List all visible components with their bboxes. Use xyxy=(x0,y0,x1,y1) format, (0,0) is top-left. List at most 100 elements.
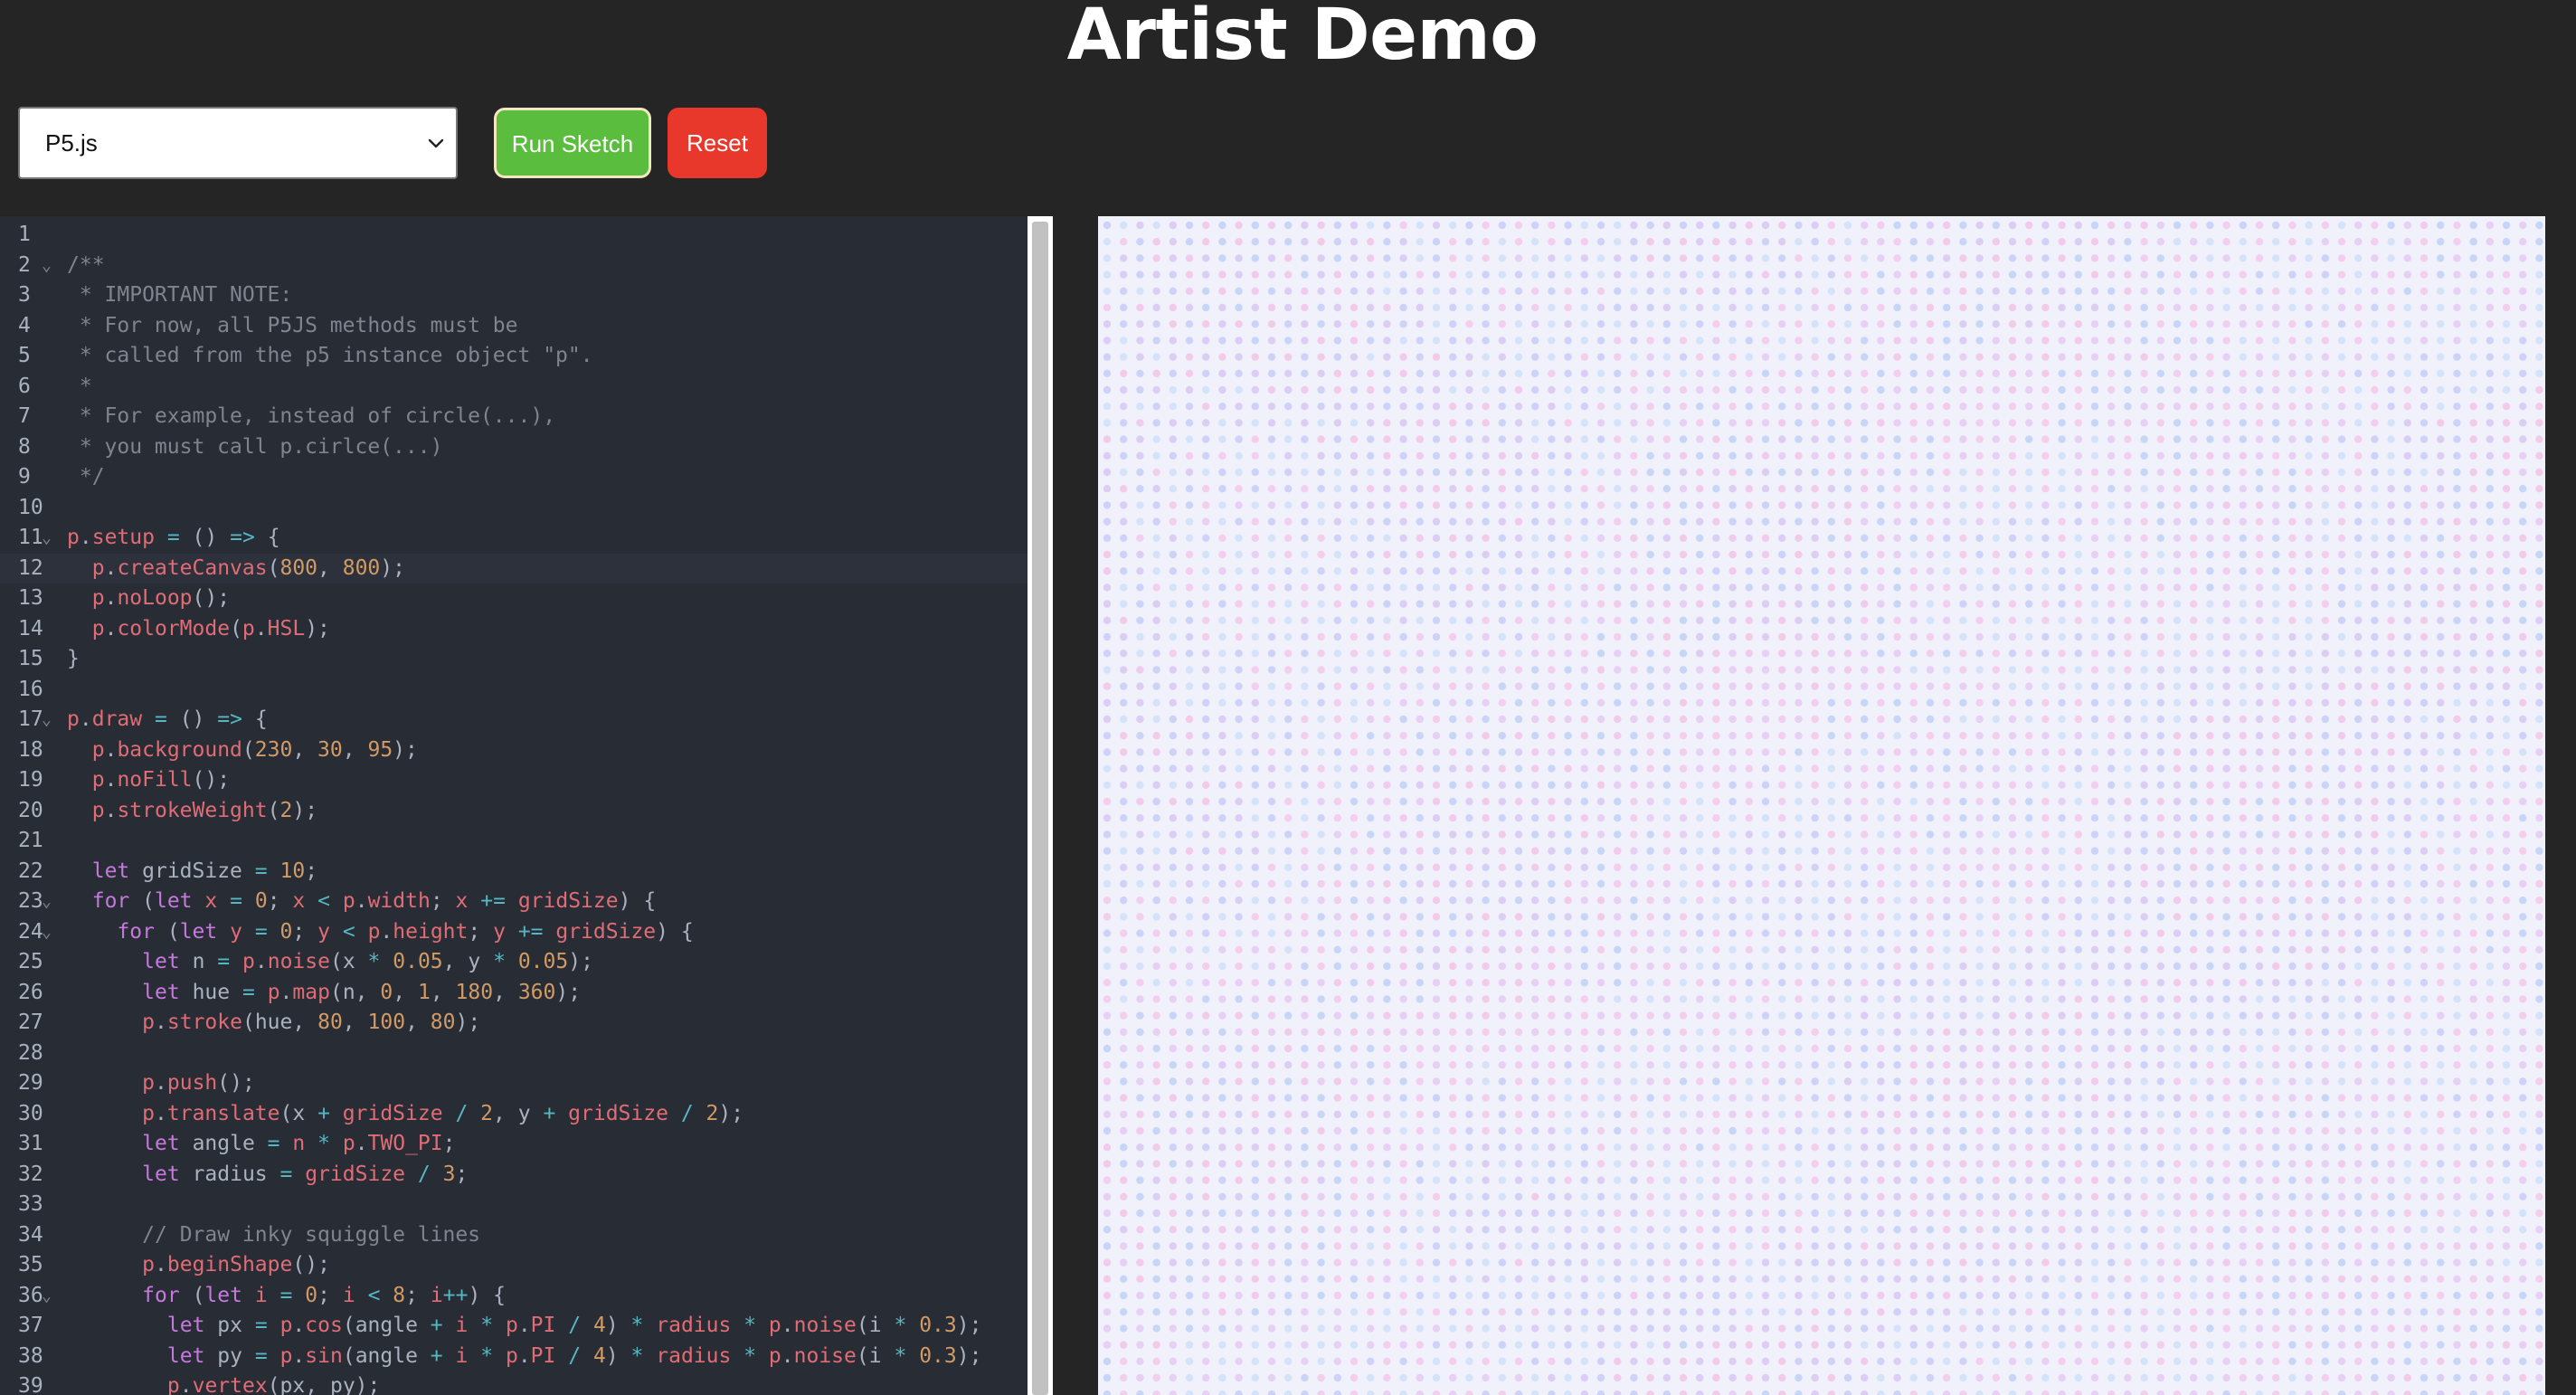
code-line[interactable]: 17 ⌄ p.draw = () => { xyxy=(0,705,1031,735)
code-text: for (let x = 0; x < p.width; x += gridSi… xyxy=(91,889,657,913)
editor-scrollbar[interactable] xyxy=(1028,216,1053,1395)
fold-chevron-icon[interactable]: ⌄ xyxy=(42,917,52,948)
code-line[interactable]: 21 xyxy=(0,826,1031,857)
code-line[interactable]: 3 * IMPORTANT NOTE: xyxy=(0,280,1031,311)
line-number: 6 xyxy=(18,374,31,398)
fold-chevron-icon[interactable]: ⌄ xyxy=(42,523,52,554)
code-line[interactable]: 34 // Draw inky squiggle lines xyxy=(0,1220,1031,1251)
code-line[interactable]: 12 p.createCanvas(800, 800); xyxy=(0,553,1031,584)
code-line[interactable]: 1 xyxy=(0,220,1031,251)
code-text: p.createCanvas(800, 800); xyxy=(91,555,405,580)
fold-chevron-icon[interactable]: ⌄ xyxy=(42,705,52,735)
code-text: let px = p.cos(angle + i * p.PI / 4) * r… xyxy=(166,1314,982,1337)
code-line[interactable]: 28 xyxy=(0,1039,1031,1069)
code-line[interactable]: 30 p.translate(x + gridSize / 2, y + gri… xyxy=(0,1099,1031,1130)
code-line[interactable]: 6 * xyxy=(0,372,1031,403)
code-line[interactable]: 37 let px = p.cos(angle + i * p.PI / 4) … xyxy=(0,1311,1031,1342)
code-text: let radius = gridSize / 3; xyxy=(142,1162,469,1186)
line-number: 21 xyxy=(18,829,43,852)
code-line[interactable]: 11 ⌄ p.setup = () => { xyxy=(0,523,1031,554)
code-line[interactable]: 5 * called from the p5 instance object "… xyxy=(0,341,1031,372)
line-number: 7 xyxy=(18,404,31,428)
code-text: let py = p.sin(angle + i * p.PI / 4) * r… xyxy=(166,1343,982,1368)
line-number: 22 xyxy=(18,859,43,883)
code-line[interactable]: 26 let hue = p.map(n, 0, 1, 180, 360); xyxy=(0,978,1031,1009)
code-text: for (let y = 0; y < p.height; y += gridS… xyxy=(117,919,694,944)
line-number: 9 xyxy=(18,465,31,489)
sketch-canvas xyxy=(1098,216,2545,1395)
line-number: 33 xyxy=(18,1192,43,1216)
code-line[interactable]: 8 * you must call p.cirlce(...) xyxy=(0,432,1031,463)
line-number: 35 xyxy=(18,1253,43,1276)
code-line[interactable]: 35 p.beginShape(); xyxy=(0,1250,1031,1281)
code-line[interactable]: 15} xyxy=(0,644,1031,675)
fold-chevron-icon[interactable]: ⌄ xyxy=(42,251,52,281)
code-text: * For now, all P5JS methods must be xyxy=(67,313,518,337)
code-line[interactable]: 14 p.colorMode(p.HSL); xyxy=(0,614,1031,645)
code-line[interactable]: 19 p.noFill(); xyxy=(0,765,1031,796)
line-number: 29 xyxy=(18,1071,43,1095)
line-number: 3 xyxy=(18,283,31,307)
reset-button[interactable]: Reset xyxy=(668,108,767,178)
code-line[interactable]: 36 ⌄ for (let i = 0; i < 8; i++) { xyxy=(0,1281,1031,1312)
editor-scrollbar-thumb[interactable] xyxy=(1032,222,1048,1395)
code-line[interactable]: 33 xyxy=(0,1190,1031,1220)
code-text: p.noLoop(); xyxy=(91,586,231,610)
code-text: * IMPORTANT NOTE: xyxy=(67,283,293,307)
line-number: 12 xyxy=(18,555,43,580)
code-text: * For example, instead of circle(...), xyxy=(67,404,556,428)
code-text: p.colorMode(p.HSL); xyxy=(91,616,330,641)
code-line[interactable]: 18 p.background(230, 30, 95); xyxy=(0,735,1031,766)
code-text: } xyxy=(67,647,80,670)
line-number: 31 xyxy=(18,1132,43,1155)
fold-chevron-icon[interactable]: ⌄ xyxy=(42,887,52,917)
code-line[interactable]: 9 */ xyxy=(0,462,1031,493)
code-line[interactable]: 24 ⌄ for (let y = 0; y < p.height; y += g… xyxy=(0,917,1031,948)
code-text: p.background(230, 30, 95); xyxy=(91,737,418,762)
code-line[interactable]: 38 let py = p.sin(angle + i * p.PI / 4) … xyxy=(0,1342,1031,1372)
code-line[interactable]: 32 let radius = gridSize / 3; xyxy=(0,1160,1031,1191)
line-number: 16 xyxy=(18,677,43,701)
library-select[interactable]: P5.js xyxy=(18,107,458,179)
line-number: 19 xyxy=(18,768,43,792)
run-sketch-button[interactable]: Run Sketch xyxy=(494,108,651,178)
code-text: p.push(); xyxy=(142,1071,255,1095)
code-line[interactable]: 16 xyxy=(0,675,1031,706)
line-number: 37 xyxy=(18,1314,43,1337)
code-line[interactable]: 7 * For example, instead of circle(...), xyxy=(0,402,1031,432)
code-text: * called from the p5 instance object "p"… xyxy=(67,344,593,367)
code-editor[interactable]: 1 2 ⌄/** 3 * IMPORTANT NOTE: 4 * For now, al… xyxy=(0,216,1053,1395)
page-title: Artist Demo xyxy=(1066,0,1539,76)
code-line[interactable]: 20 p.strokeWeight(2); xyxy=(0,796,1031,827)
line-number: 36 xyxy=(18,1283,43,1307)
sketch-output xyxy=(1103,221,2543,1395)
code-line[interactable]: 25 let n = p.noise(x * 0.05, y * 0.05); xyxy=(0,947,1031,978)
code-text: * you must call p.cirlce(...) xyxy=(67,434,443,459)
code-text: let gridSize = 10; xyxy=(91,859,318,883)
code-line[interactable]: 39 p.vertex(px, py); xyxy=(0,1371,1031,1395)
code-text: p.strokeWeight(2); xyxy=(91,798,318,822)
line-number: 25 xyxy=(18,950,43,973)
fold-chevron-icon[interactable]: ⌄ xyxy=(42,1281,52,1312)
code-line[interactable]: 4 * For now, all P5JS methods must be xyxy=(0,311,1031,342)
line-number: 5 xyxy=(18,344,31,367)
code-line[interactable]: 29 p.push(); xyxy=(0,1068,1031,1099)
line-number: 39 xyxy=(18,1374,43,1395)
code-line[interactable]: 10 xyxy=(0,493,1031,524)
code-line[interactable]: 2 ⌄ /** xyxy=(0,251,1031,281)
line-number: 1 xyxy=(18,223,31,246)
code-line[interactable]: 27 p.stroke(hue, 80, 100, 80); xyxy=(0,1008,1031,1039)
line-number: 18 xyxy=(18,737,43,762)
code-line[interactable]: 22 let gridSize = 10; xyxy=(0,857,1031,887)
line-number: 10 xyxy=(18,495,43,519)
line-number: 38 xyxy=(18,1343,43,1368)
line-number: 8 xyxy=(18,434,31,459)
line-number: 20 xyxy=(18,798,43,822)
line-number: 11 xyxy=(18,526,43,549)
code-line[interactable]: 31 let angle = n * p.TWO_PI; xyxy=(0,1129,1031,1160)
code-line[interactable]: 23 ⌄ for (let x = 0; x < p.width; x += gr… xyxy=(0,887,1031,917)
line-number: 30 xyxy=(18,1101,43,1125)
code-text: */ xyxy=(67,465,105,489)
line-number: 17 xyxy=(18,707,43,731)
code-line[interactable]: 13 p.noLoop(); xyxy=(0,584,1031,614)
